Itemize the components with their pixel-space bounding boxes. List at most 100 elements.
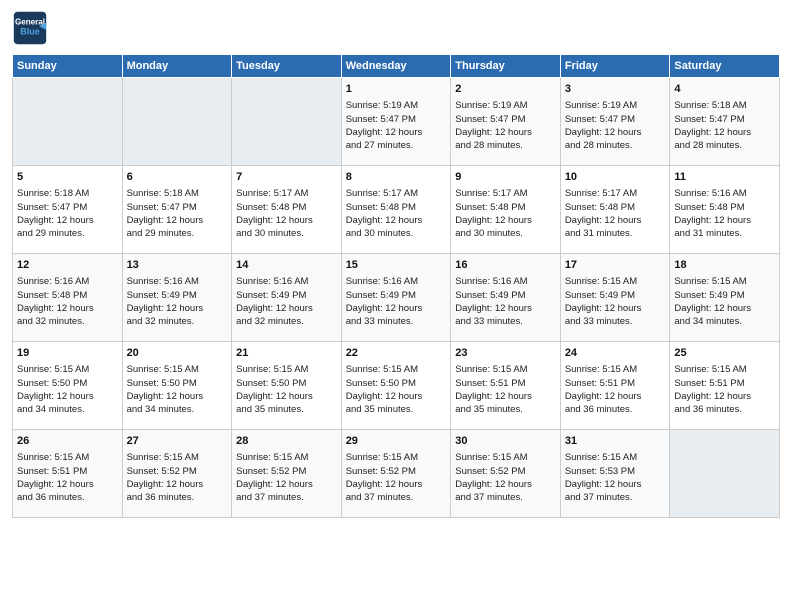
- day-number: 30: [455, 434, 556, 449]
- cell-content: 9Sunrise: 5:17 AM Sunset: 5:48 PM Daylig…: [455, 170, 556, 241]
- cell-content: 21Sunrise: 5:15 AM Sunset: 5:50 PM Dayli…: [236, 346, 337, 417]
- calendar-cell: 22 Sunrise: 5:15 AM Sunset: 5:50 PM Dayli…: [341, 342, 451, 430]
- calendar-cell: 21Sunrise: 5:15 AM Sunset: 5:50 PM Dayli…: [232, 342, 342, 430]
- cell-content: 8 Sunrise: 5:17 AM Sunset: 5:48 PM Daylig…: [346, 170, 447, 241]
- cell-content: 4Sunrise: 5:18 AM Sunset: 5:47 PM Daylig…: [674, 82, 775, 153]
- day-number: 28: [236, 434, 337, 449]
- cell-content: 22 Sunrise: 5:15 AM Sunset: 5:50 PM Dayli…: [346, 346, 447, 417]
- calendar-week-4: 19 Sunrise: 5:15 AM Sunset: 5:50 PM Dayli…: [13, 342, 780, 430]
- day-info: Sunrise: 5:15 AM Sunset: 5:50 PM Dayligh…: [346, 363, 447, 416]
- day-number: 8: [346, 170, 447, 185]
- calendar-cell: 31Sunrise: 5:15 AM Sunset: 5:53 PM Dayli…: [560, 430, 670, 518]
- svg-text:General: General: [15, 17, 45, 26]
- cell-content: 7Sunrise: 5:17 AM Sunset: 5:48 PM Daylig…: [236, 170, 337, 241]
- day-info: Sunrise: 5:15 AM Sunset: 5:49 PM Dayligh…: [565, 275, 666, 328]
- day-number: 2: [455, 82, 556, 97]
- cell-content: 27Sunrise: 5:15 AM Sunset: 5:52 PM Dayli…: [127, 434, 228, 505]
- calendar-cell: 4Sunrise: 5:18 AM Sunset: 5:47 PM Daylig…: [670, 78, 780, 166]
- calendar-cell: 18 Sunrise: 5:15 AM Sunset: 5:49 PM Dayli…: [670, 254, 780, 342]
- day-number: 26: [17, 434, 118, 449]
- cell-content: 26 Sunrise: 5:15 AM Sunset: 5:51 PM Dayli…: [17, 434, 118, 505]
- calendar-cell: 7Sunrise: 5:17 AM Sunset: 5:48 PM Daylig…: [232, 166, 342, 254]
- day-number: 10: [565, 170, 666, 185]
- calendar-cell: 9Sunrise: 5:17 AM Sunset: 5:48 PM Daylig…: [451, 166, 561, 254]
- page-container: General Blue SundayMondayTuesdayWednesda…: [0, 0, 792, 528]
- day-info: Sunrise: 5:17 AM Sunset: 5:48 PM Dayligh…: [236, 187, 337, 240]
- day-number: 4: [674, 82, 775, 97]
- day-number: 15: [346, 258, 447, 273]
- day-info: Sunrise: 5:15 AM Sunset: 5:51 PM Dayligh…: [674, 363, 775, 416]
- weekday-header-sunday: Sunday: [13, 55, 123, 78]
- header: General Blue: [12, 10, 780, 46]
- calendar-week-2: 5 Sunrise: 5:18 AM Sunset: 5:47 PM Daylig…: [13, 166, 780, 254]
- cell-content: 3 Sunrise: 5:19 AM Sunset: 5:47 PM Daylig…: [565, 82, 666, 153]
- day-info: Sunrise: 5:19 AM Sunset: 5:47 PM Dayligh…: [455, 99, 556, 152]
- day-info: Sunrise: 5:15 AM Sunset: 5:52 PM Dayligh…: [127, 451, 228, 504]
- day-info: Sunrise: 5:17 AM Sunset: 5:48 PM Dayligh…: [455, 187, 556, 240]
- day-info: Sunrise: 5:19 AM Sunset: 5:47 PM Dayligh…: [565, 99, 666, 152]
- cell-content: 15 Sunrise: 5:16 AM Sunset: 5:49 PM Dayli…: [346, 258, 447, 329]
- cell-content: 2 Sunrise: 5:19 AM Sunset: 5:47 PM Daylig…: [455, 82, 556, 153]
- day-number: 18: [674, 258, 775, 273]
- day-info: Sunrise: 5:15 AM Sunset: 5:52 PM Dayligh…: [455, 451, 556, 504]
- day-number: 12: [17, 258, 118, 273]
- cell-content: 16Sunrise: 5:16 AM Sunset: 5:49 PM Dayli…: [455, 258, 556, 329]
- calendar-cell: 8 Sunrise: 5:17 AM Sunset: 5:48 PM Daylig…: [341, 166, 451, 254]
- day-info: Sunrise: 5:18 AM Sunset: 5:47 PM Dayligh…: [127, 187, 228, 240]
- cell-content: 23Sunrise: 5:15 AM Sunset: 5:51 PM Dayli…: [455, 346, 556, 417]
- day-info: Sunrise: 5:15 AM Sunset: 5:53 PM Dayligh…: [565, 451, 666, 504]
- cell-content: 24 Sunrise: 5:15 AM Sunset: 5:51 PM Dayli…: [565, 346, 666, 417]
- calendar-week-3: 12 Sunrise: 5:16 AM Sunset: 5:48 PM Dayli…: [13, 254, 780, 342]
- cell-content: 31Sunrise: 5:15 AM Sunset: 5:53 PM Dayli…: [565, 434, 666, 505]
- day-info: Sunrise: 5:16 AM Sunset: 5:49 PM Dayligh…: [236, 275, 337, 328]
- cell-content: 18 Sunrise: 5:15 AM Sunset: 5:49 PM Dayli…: [674, 258, 775, 329]
- day-info: Sunrise: 5:15 AM Sunset: 5:52 PM Dayligh…: [346, 451, 447, 504]
- day-number: 19: [17, 346, 118, 361]
- day-info: Sunrise: 5:17 AM Sunset: 5:48 PM Dayligh…: [346, 187, 447, 240]
- calendar-cell: [13, 78, 123, 166]
- cell-content: 11Sunrise: 5:16 AM Sunset: 5:48 PM Dayli…: [674, 170, 775, 241]
- calendar-cell: 24 Sunrise: 5:15 AM Sunset: 5:51 PM Dayli…: [560, 342, 670, 430]
- day-number: 3: [565, 82, 666, 97]
- calendar-cell: 30 Sunrise: 5:15 AM Sunset: 5:52 PM Dayli…: [451, 430, 561, 518]
- weekday-header-wednesday: Wednesday: [341, 55, 451, 78]
- day-info: Sunrise: 5:15 AM Sunset: 5:51 PM Dayligh…: [17, 451, 118, 504]
- cell-content: 5Sunrise: 5:18 AM Sunset: 5:47 PM Daylig…: [17, 170, 118, 241]
- cell-content: 17Sunrise: 5:15 AM Sunset: 5:49 PM Dayli…: [565, 258, 666, 329]
- day-info: Sunrise: 5:15 AM Sunset: 5:51 PM Dayligh…: [565, 363, 666, 416]
- day-info: Sunrise: 5:16 AM Sunset: 5:49 PM Dayligh…: [127, 275, 228, 328]
- calendar-cell: 27Sunrise: 5:15 AM Sunset: 5:52 PM Dayli…: [122, 430, 232, 518]
- day-number: 1: [346, 82, 447, 97]
- cell-content: 30 Sunrise: 5:15 AM Sunset: 5:52 PM Dayli…: [455, 434, 556, 505]
- calendar-cell: 11Sunrise: 5:16 AM Sunset: 5:48 PM Dayli…: [670, 166, 780, 254]
- calendar-cell: 29Sunrise: 5:15 AM Sunset: 5:52 PM Dayli…: [341, 430, 451, 518]
- day-number: 14: [236, 258, 337, 273]
- cell-content: 12 Sunrise: 5:16 AM Sunset: 5:48 PM Dayli…: [17, 258, 118, 329]
- calendar-cell: 13 Sunrise: 5:16 AM Sunset: 5:49 PM Dayli…: [122, 254, 232, 342]
- calendar-cell: 14 Sunrise: 5:16 AM Sunset: 5:49 PM Dayli…: [232, 254, 342, 342]
- day-number: 13: [127, 258, 228, 273]
- cell-content: 19Sunrise: 5:15 AM Sunset: 5:50 PM Dayli…: [17, 346, 118, 417]
- cell-content: 25 Sunrise: 5:15 AM Sunset: 5:51 PM Dayli…: [674, 346, 775, 417]
- day-number: 25: [674, 346, 775, 361]
- cell-content: 14 Sunrise: 5:16 AM Sunset: 5:49 PM Dayli…: [236, 258, 337, 329]
- day-number: 24: [565, 346, 666, 361]
- svg-text:Blue: Blue: [20, 26, 40, 36]
- calendar-cell: 16Sunrise: 5:16 AM Sunset: 5:49 PM Dayli…: [451, 254, 561, 342]
- day-info: Sunrise: 5:16 AM Sunset: 5:48 PM Dayligh…: [17, 275, 118, 328]
- calendar-cell: 1 Sunrise: 5:19 AM Sunset: 5:47 PM Daylig…: [341, 78, 451, 166]
- weekday-header-row: SundayMondayTuesdayWednesdayThursdayFrid…: [13, 55, 780, 78]
- calendar-cell: [122, 78, 232, 166]
- day-info: Sunrise: 5:16 AM Sunset: 5:49 PM Dayligh…: [346, 275, 447, 328]
- day-number: 5: [17, 170, 118, 185]
- day-info: Sunrise: 5:15 AM Sunset: 5:49 PM Dayligh…: [674, 275, 775, 328]
- weekday-header-saturday: Saturday: [670, 55, 780, 78]
- calendar-cell: 23Sunrise: 5:15 AM Sunset: 5:51 PM Dayli…: [451, 342, 561, 430]
- logo-icon: General Blue: [12, 10, 48, 46]
- day-number: 22: [346, 346, 447, 361]
- calendar-cell: 12 Sunrise: 5:16 AM Sunset: 5:48 PM Dayli…: [13, 254, 123, 342]
- day-number: 23: [455, 346, 556, 361]
- day-info: Sunrise: 5:19 AM Sunset: 5:47 PM Dayligh…: [346, 99, 447, 152]
- calendar-cell: 20Sunrise: 5:15 AM Sunset: 5:50 PM Dayli…: [122, 342, 232, 430]
- calendar-cell: 15 Sunrise: 5:16 AM Sunset: 5:49 PM Dayli…: [341, 254, 451, 342]
